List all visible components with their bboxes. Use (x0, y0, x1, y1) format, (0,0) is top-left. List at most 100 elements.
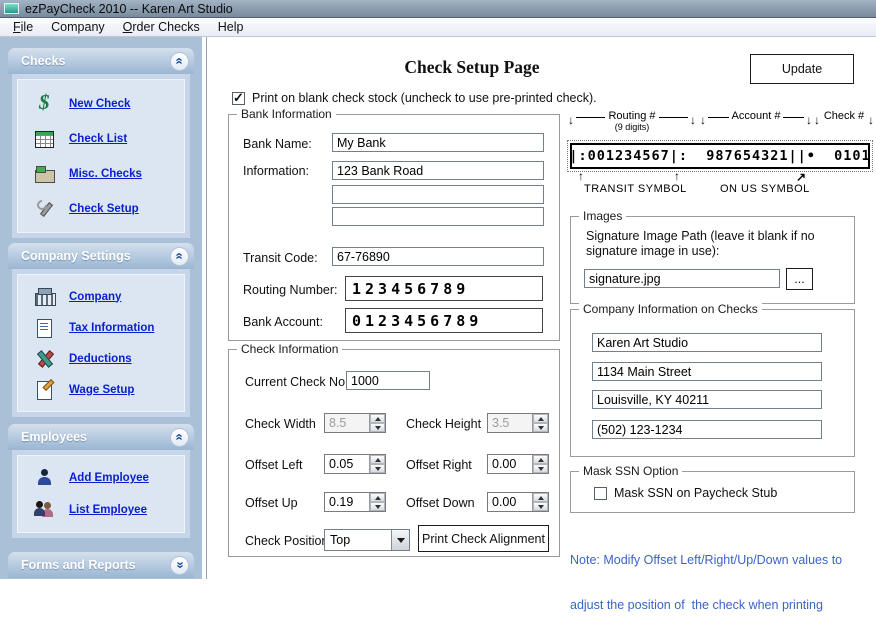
group-legend: Check Information (237, 342, 342, 356)
current-check-no-label: Current Check No: (245, 375, 349, 389)
sidebar-link[interactable]: New Check (69, 98, 130, 110)
sidebar: Checks « New Check Check List Misc. Chec… (0, 37, 202, 579)
menu-file[interactable]: File (4, 19, 42, 35)
check-micr-sample: Routing # (9 digits) Account # Check # |… (570, 110, 872, 200)
check-number-bracket: Check # (816, 110, 872, 140)
menu-order-checks[interactable]: Order Checks (114, 19, 209, 35)
update-button[interactable]: Update (750, 54, 854, 84)
menu-help[interactable]: Help (209, 19, 253, 35)
print-blank-stock-row: Print on blank check stock (uncheck to u… (232, 91, 597, 105)
section-title: Company Settings (21, 249, 131, 263)
sidebar-link[interactable]: Company (69, 291, 121, 303)
group-legend: Images (579, 209, 626, 223)
on-us-symbol-label: ON US SYMBOL (720, 183, 810, 195)
app-body: Checks « New Check Check List Misc. Chec… (0, 37, 876, 579)
transit-code-input[interactable] (332, 247, 544, 266)
sidebar-link[interactable]: Add Employee (69, 472, 149, 484)
check-position-select[interactable]: Top (324, 529, 410, 551)
spin-up-icon (370, 414, 385, 423)
sidebar-item-check-setup[interactable]: Check Setup (34, 191, 180, 226)
routing-number-input[interactable] (345, 276, 543, 301)
offset-down-spinner[interactable]: 0.00 (487, 492, 549, 512)
collapse-chevron-up-icon[interactable]: « (170, 52, 189, 71)
bank-info-line3-input[interactable] (332, 207, 544, 226)
section-header-forms-and-reports[interactable]: Forms and Reports « (8, 552, 194, 578)
mask-ssn-checkbox[interactable] (594, 487, 607, 500)
sidebar-section-forms-and-reports: Forms and Reports « (8, 552, 194, 578)
check-width-spinner: 8.5 (324, 413, 386, 433)
print-check-alignment-button[interactable]: Print Check Alignment (418, 525, 549, 552)
sidebar-link[interactable]: Wage Setup (69, 384, 134, 396)
sidebar-item-new-check[interactable]: New Check (34, 86, 180, 121)
sidebar-link[interactable]: Tax Information (69, 322, 154, 334)
sidebar-link[interactable]: Check Setup (69, 203, 139, 215)
section-header-checks[interactable]: Checks « (8, 48, 194, 74)
spin-up-icon[interactable] (370, 455, 385, 464)
spin-up-icon[interactable] (533, 493, 548, 502)
section-title: Forms and Reports (21, 558, 136, 572)
person-icon (34, 468, 56, 488)
transit-code-label: Transit Code: (243, 251, 318, 265)
signature-path-input[interactable] (584, 269, 780, 288)
spin-down-icon[interactable] (533, 502, 548, 511)
wrench-icon (34, 199, 56, 219)
information-label: Information: (243, 164, 309, 178)
company-phone-input[interactable] (592, 420, 822, 439)
bank-info-line1-input[interactable] (332, 161, 544, 180)
routing-label: Routing # (608, 110, 655, 122)
sidebar-item-check-list[interactable]: Check List (34, 121, 180, 156)
sidebar-item-wage-setup[interactable]: Wage Setup (34, 374, 180, 405)
sidebar-item-deductions[interactable]: Deductions (34, 343, 180, 374)
account-label: Account # (729, 110, 784, 122)
expand-chevron-down-icon[interactable]: « (170, 556, 189, 575)
sidebar-link[interactable]: Check List (69, 133, 127, 145)
sidebar-item-tax-information[interactable]: Tax Information (34, 312, 180, 343)
sidebar-item-company[interactable]: Company (34, 281, 180, 312)
sidebar-link[interactable]: List Employee (69, 504, 147, 516)
offset-right-spinner[interactable]: 0.00 (487, 454, 549, 474)
images-group: Images Signature Image Path (leave it bl… (570, 216, 855, 304)
menu-bar: File Company Order Checks Help (0, 18, 876, 37)
offset-up-spinner[interactable]: 0.19 (324, 492, 386, 512)
spin-down-icon[interactable] (533, 464, 548, 473)
sidebar-link[interactable]: Deductions (69, 353, 132, 365)
sidebar-link[interactable]: Misc. Checks (69, 168, 142, 180)
routing-sublabel: (9 digits) (608, 122, 655, 132)
app-icon (4, 3, 19, 14)
bank-name-input[interactable] (332, 133, 544, 152)
company-information-group: Company Information on Checks (570, 309, 855, 457)
people-icon (34, 500, 56, 520)
company-city-input[interactable] (592, 390, 822, 409)
bank-info-line2-input[interactable] (332, 185, 544, 204)
spin-up-icon[interactable] (370, 493, 385, 502)
company-street-input[interactable] (592, 362, 822, 381)
print-blank-stock-checkbox[interactable] (232, 92, 245, 105)
spin-down-icon[interactable] (370, 502, 385, 511)
sidebar-section-employees: Employees « Add Employee List Employee (8, 424, 194, 538)
spin-down-icon (533, 423, 548, 432)
check-information-group: Check Information Current Check No: Chec… (228, 349, 560, 557)
collapse-chevron-up-icon[interactable]: « (170, 428, 189, 447)
collapse-chevron-up-icon[interactable]: « (170, 247, 189, 266)
menu-company[interactable]: Company (42, 19, 114, 35)
browse-button[interactable]: ... (786, 268, 813, 290)
section-header-company-settings[interactable]: Company Settings « (8, 243, 194, 269)
sidebar-item-list-employee[interactable]: List Employee (34, 494, 180, 526)
bank-account-input[interactable] (345, 308, 543, 333)
sidebar-item-misc-checks[interactable]: Misc. Checks (34, 156, 180, 191)
bank-name-label: Bank Name: (243, 137, 312, 151)
sidebar-item-add-employee[interactable]: Add Employee (34, 462, 180, 494)
offset-left-label: Offset Left (245, 458, 302, 472)
current-check-no-input[interactable] (346, 371, 430, 390)
dropdown-arrow-icon[interactable] (391, 530, 409, 550)
offset-up-label: Offset Up (245, 496, 298, 510)
spin-up-icon[interactable] (533, 455, 548, 464)
spin-down-icon[interactable] (370, 464, 385, 473)
offset-left-spinner[interactable]: 0.05 (324, 454, 386, 474)
transit-arrow-icon: ↑ (674, 169, 680, 183)
section-header-employees[interactable]: Employees « (8, 424, 194, 450)
document-pencil-icon (34, 380, 56, 400)
main-panel: Check Setup Page Update Print on blank c… (206, 37, 876, 579)
company-name-input[interactable] (592, 333, 822, 352)
offset-down-label: Offset Down (406, 496, 475, 510)
